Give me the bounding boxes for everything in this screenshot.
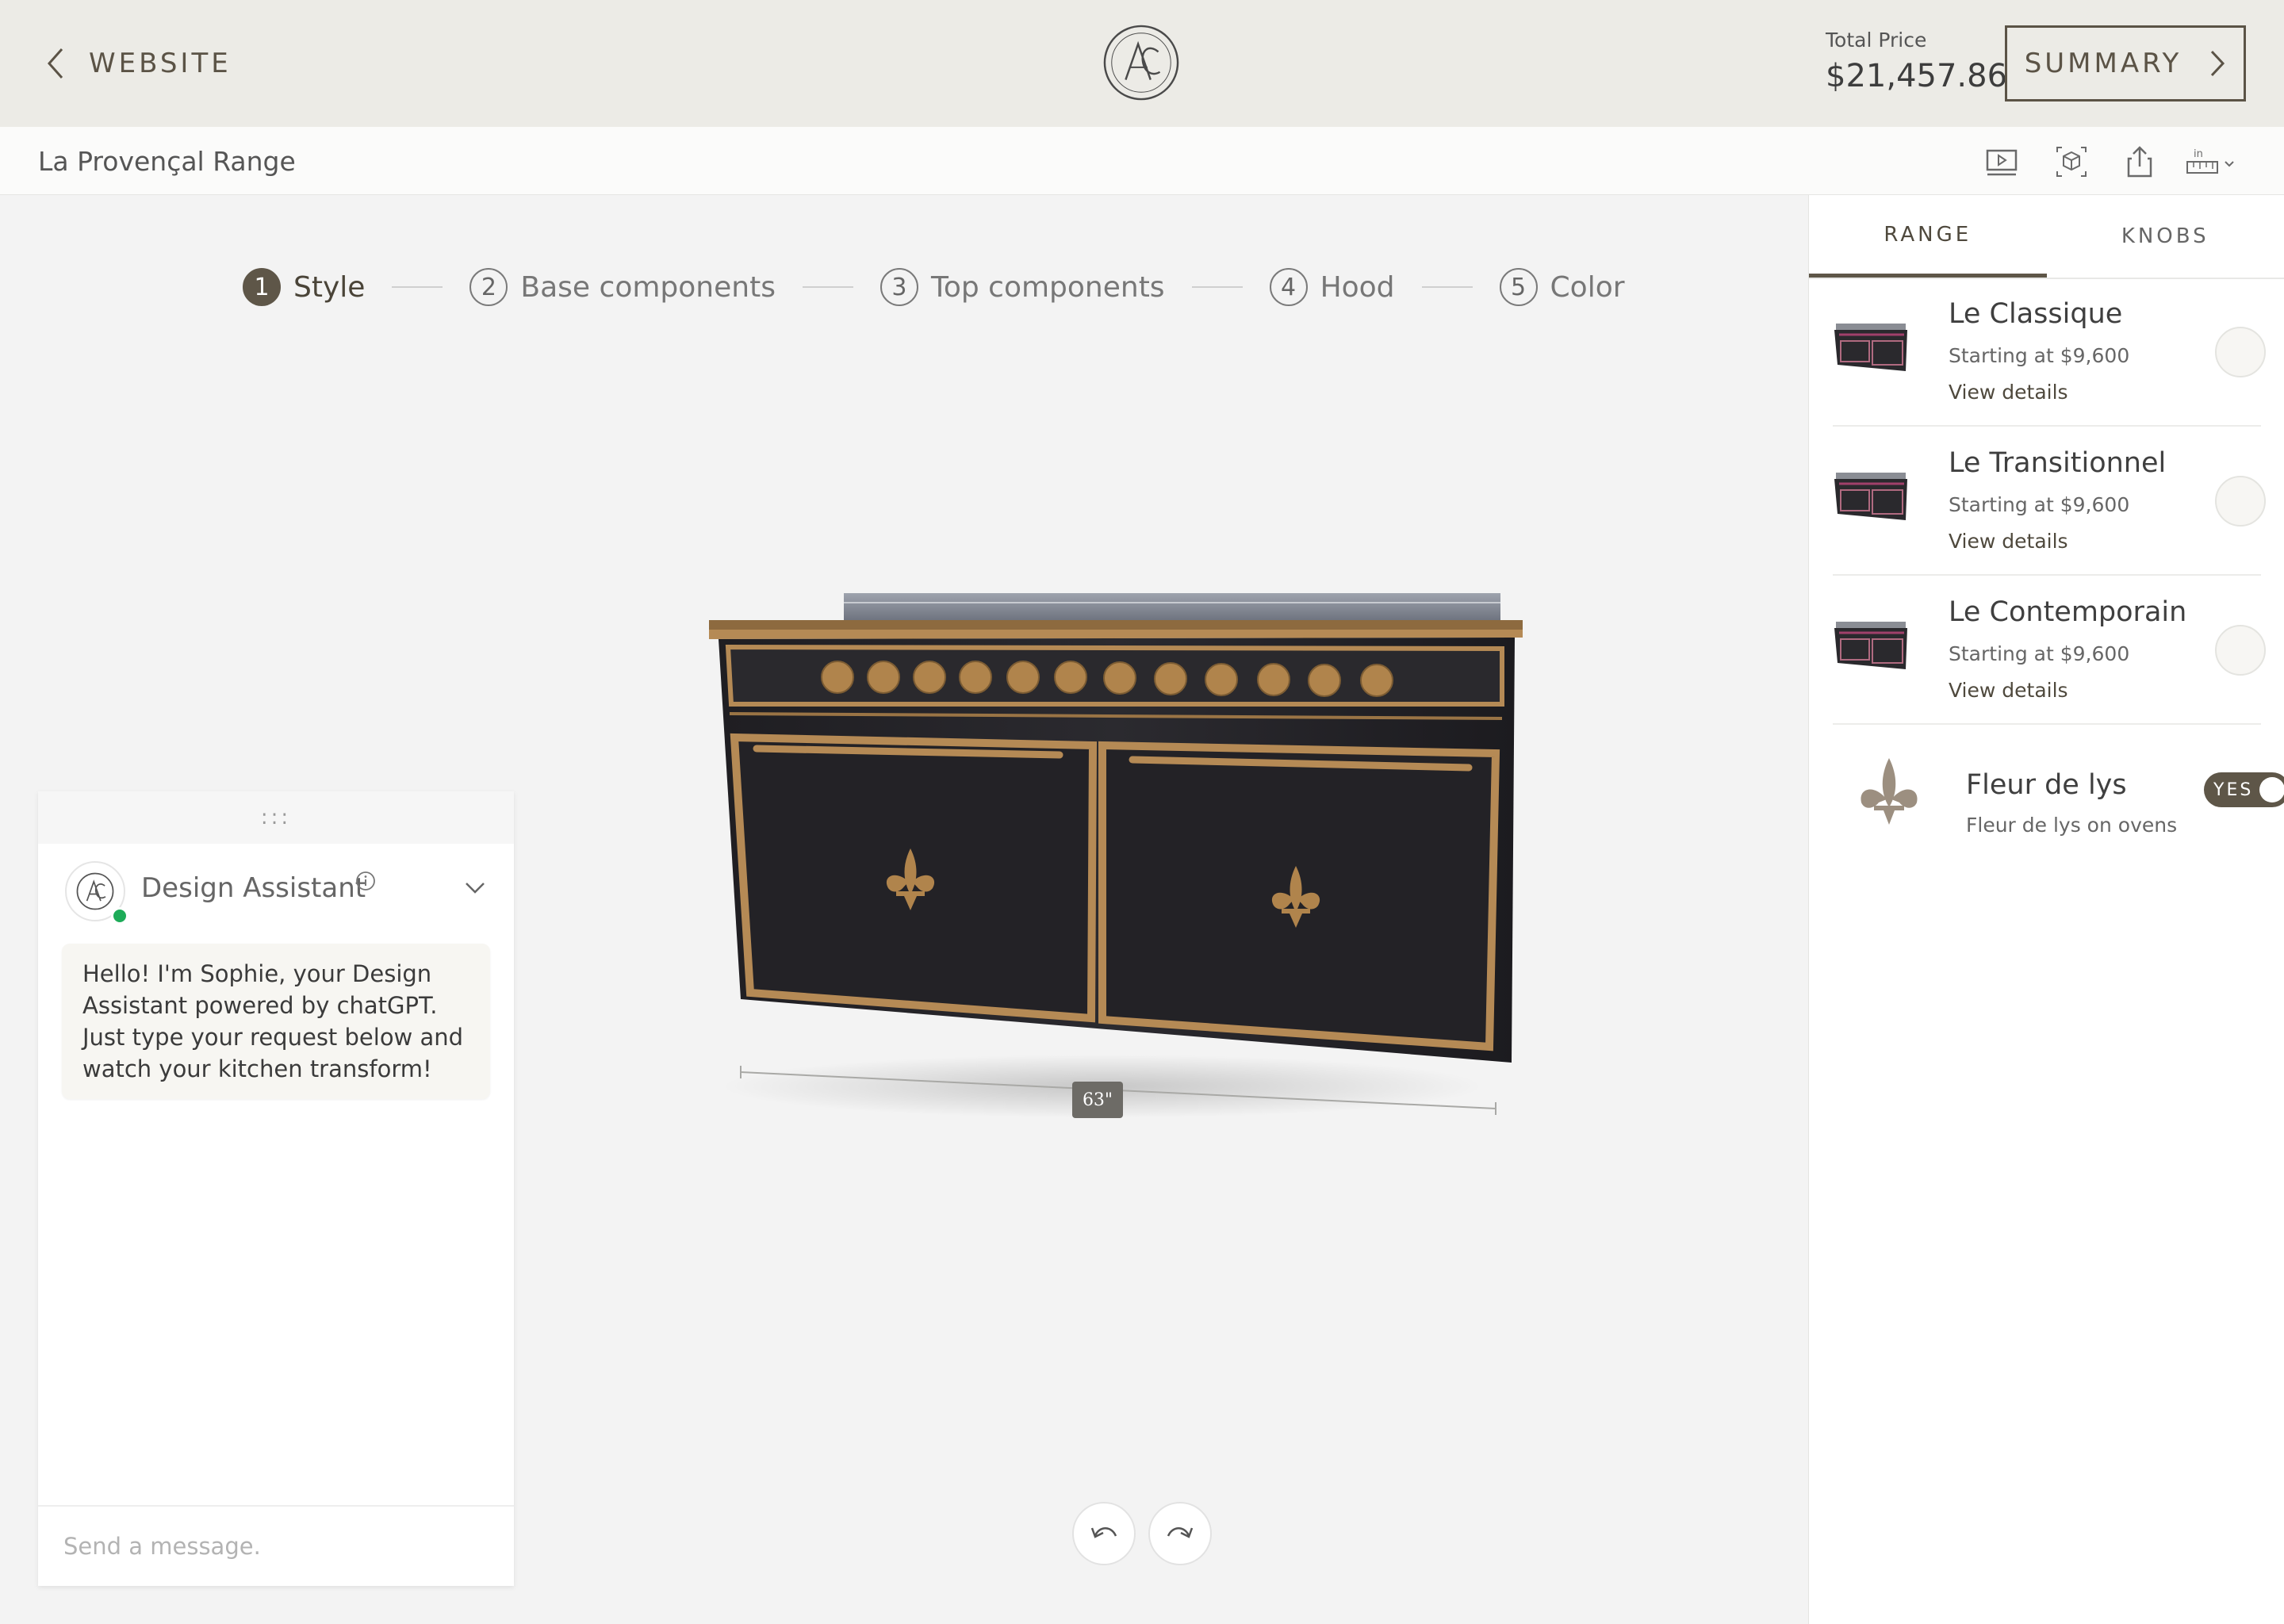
range-thumbnail xyxy=(1834,622,1907,669)
configurator-stepper: 1 Style 2 Base components 3 Top componen… xyxy=(243,265,1625,309)
option-name: Le Transitionnel xyxy=(1949,447,2167,479)
select-radio[interactable] xyxy=(2215,625,2266,676)
fleur-de-lys-option: Fleur de lys Fleur de lys on ovens YES xyxy=(1833,755,2284,842)
step-number: 1 xyxy=(243,268,281,306)
chevron-right-icon xyxy=(2211,50,2225,77)
summary-label: SUMMARY xyxy=(2024,48,2182,79)
range-3d-viewer[interactable] xyxy=(690,571,1531,1142)
total-price-value: $21,457.86 xyxy=(1826,58,2008,94)
video-button[interactable] xyxy=(1984,144,2019,179)
assistant-message: Hello! I'm Sophie, your Design Assistant… xyxy=(62,944,490,1099)
top-bar: WEBSITE Total Price $21,457.86 SUMMARY xyxy=(0,0,2284,127)
measure-inches-icon: in xyxy=(2186,148,2234,174)
chevron-left-icon xyxy=(47,48,63,79)
view-details-link[interactable]: View details xyxy=(1949,530,2068,553)
toggle-label: YES xyxy=(2213,779,2254,800)
view-details-link[interactable]: View details xyxy=(1949,381,2068,404)
brand-logo xyxy=(1103,25,1179,101)
step-number: 4 xyxy=(1269,268,1308,306)
fleur-de-lys-toggle[interactable]: YES xyxy=(2204,772,2284,807)
step-divider xyxy=(802,286,853,288)
step-base-components[interactable]: 2 Base components xyxy=(469,268,776,306)
step-label: Style xyxy=(293,270,366,304)
range-option-le-contemporain[interactable]: Le Contemporain Starting at $9,600 View … xyxy=(1833,577,2266,725)
step-divider xyxy=(1421,286,1473,288)
message-input[interactable] xyxy=(38,1507,514,1586)
options-panel: RANGE KNOBS Le Classique Starting at $9,… xyxy=(1808,195,2284,1624)
step-number: 5 xyxy=(1499,268,1538,306)
3d-view-icon xyxy=(2056,147,2087,177)
video-icon xyxy=(1986,149,2018,176)
product-name: La Provençal Range xyxy=(38,146,296,177)
option-price: Starting at $9,600 xyxy=(1949,493,2130,516)
step-number: 2 xyxy=(469,268,508,306)
assistant-name: Design Assistant xyxy=(141,872,366,904)
step-top-components[interactable]: 3 Top components xyxy=(879,268,1165,306)
step-label: Hood xyxy=(1320,270,1395,304)
chat-header: Design Assistant xyxy=(38,844,514,931)
svg-text:in: in xyxy=(2194,148,2203,160)
undo-icon xyxy=(1090,1527,1117,1538)
step-divider xyxy=(1191,286,1243,288)
width-dimension-label: 63" xyxy=(1072,1082,1123,1118)
measurement-unit-dropdown[interactable]: in xyxy=(2186,144,2241,179)
online-status-indicator xyxy=(111,907,128,925)
options-tabs: RANGE KNOBS xyxy=(1809,195,2284,279)
step-hood[interactable]: 4 Hood xyxy=(1269,268,1395,306)
range-thumbnail xyxy=(1834,473,1907,520)
range-option-le-classique[interactable]: Le Classique Starting at $9,600 View det… xyxy=(1833,279,2266,427)
redo-button[interactable] xyxy=(1148,1502,1212,1565)
step-divider xyxy=(392,286,443,288)
back-to-website-link[interactable]: WEBSITE xyxy=(44,41,232,86)
total-price-block: Total Price $21,457.86 xyxy=(1826,29,2007,94)
range-option-le-transitionnel[interactable]: Le Transitionnel Starting at $9,600 View… xyxy=(1833,428,2266,576)
option-price: Starting at $9,600 xyxy=(1949,642,2130,665)
step-label: Color xyxy=(1550,270,1625,304)
tab-range[interactable]: RANGE xyxy=(1809,195,2047,278)
toggle-knob xyxy=(2259,777,2284,802)
range-thumbnail xyxy=(1834,324,1907,371)
redo-icon xyxy=(1167,1527,1194,1538)
select-radio[interactable] xyxy=(2215,476,2266,527)
share-button[interactable] xyxy=(2122,144,2157,179)
chevron-down-icon[interactable] xyxy=(463,879,487,896)
3d-view-button[interactable] xyxy=(2054,144,2089,179)
chat-input-area xyxy=(38,1505,514,1586)
step-style[interactable]: 1 Style xyxy=(243,268,365,306)
step-label: Base components xyxy=(520,270,776,304)
sub-header: La Provençal Range in xyxy=(0,127,2284,195)
option-name: Le Contemporain xyxy=(1949,596,2187,628)
fleur-de-lys-subtitle: Fleur de lys on ovens xyxy=(1966,814,2178,837)
drag-handle[interactable]: ::: xyxy=(38,791,514,844)
info-icon[interactable] xyxy=(355,871,376,891)
select-radio[interactable] xyxy=(2215,327,2266,377)
brand-logo-icon xyxy=(76,872,114,910)
step-label: Top components xyxy=(930,270,1165,304)
option-price: Starting at $9,600 xyxy=(1949,344,2130,367)
fleur-de-lys-title: Fleur de lys xyxy=(1966,769,2127,801)
design-assistant-panel: ::: Design Assistant Hello! I'm Sophie, … xyxy=(38,791,514,1586)
total-price-label: Total Price xyxy=(1826,29,1927,52)
share-icon xyxy=(2127,146,2152,178)
undo-button[interactable] xyxy=(1072,1502,1136,1565)
step-color[interactable]: 5 Color xyxy=(1499,268,1625,306)
step-number: 3 xyxy=(879,268,918,306)
option-name: Le Classique xyxy=(1949,298,2123,330)
tab-knobs[interactable]: KNOBS xyxy=(2047,195,2284,278)
view-details-link[interactable]: View details xyxy=(1949,679,2068,702)
back-label: WEBSITE xyxy=(89,48,232,79)
summary-button[interactable]: SUMMARY xyxy=(2005,25,2246,102)
fleur-de-lys-icon xyxy=(1861,758,1918,825)
